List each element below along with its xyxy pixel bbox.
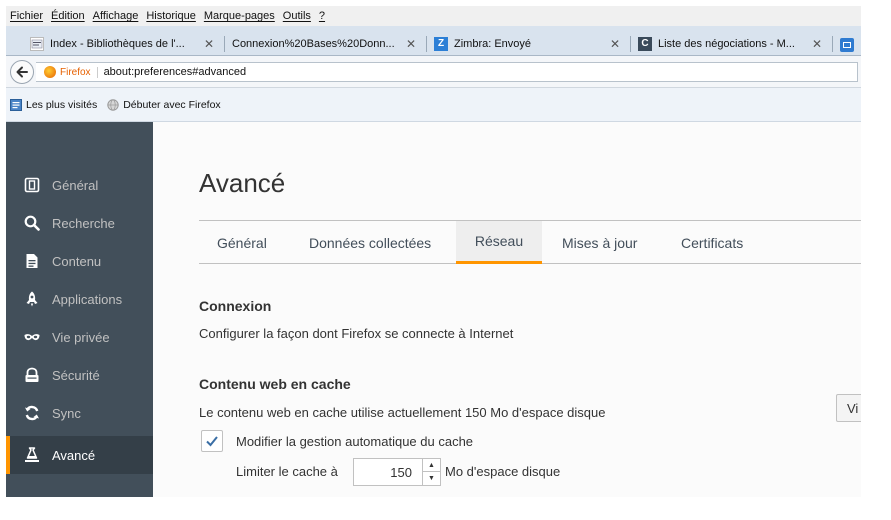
tab-reseau[interactable]: Réseau [456, 221, 542, 264]
sidebar-item-securite[interactable]: Sécurité [6, 356, 153, 394]
browser-window: Fichier Édition Affichage Historique Mar… [6, 6, 861, 497]
browser-tab-index[interactable]: Index - Bibliothèques de l'... ✕ [22, 31, 222, 56]
menu-historique[interactable]: Historique [146, 10, 196, 22]
sidebar-item-vie-privee[interactable]: Vie privée [6, 318, 153, 356]
tab-title: Zimbra: Envoyé [454, 37, 532, 50]
tab-separator [832, 36, 833, 52]
sidebar-item-avance[interactable]: Avancé [6, 436, 153, 474]
tab-strip: Index - Bibliothèques de l'... ✕ Connexi… [6, 26, 861, 56]
sidebar-item-label: Applications [52, 291, 123, 307]
overflow-tab-icon[interactable] [840, 38, 854, 52]
close-icon[interactable]: ✕ [406, 37, 416, 51]
spin-up-icon[interactable]: ▲ [423, 459, 440, 472]
sidebar-item-applications[interactable]: Applications [6, 280, 153, 318]
sidebar-item-label: Sync [52, 405, 81, 421]
cache-limit-label: Limiter le cache à [236, 464, 338, 479]
connection-description: Configurer la façon dont Firefox se conn… [199, 326, 514, 341]
sidebar-item-label: Général [52, 177, 99, 193]
sidebar-item-contenu[interactable]: Contenu [6, 242, 153, 280]
globe-icon [107, 98, 119, 111]
navigation-bar: Firefox about:preferences#advanced [6, 56, 861, 88]
search-icon [24, 215, 40, 231]
preferences-tabs: Général Données collectées Réseau Mises … [199, 220, 861, 264]
sidebar-item-general[interactable]: Général [6, 166, 153, 204]
bookmarks-bar: Les plus visités Débuter avec Firefox [6, 88, 861, 122]
zimbra-icon: Z [434, 36, 448, 51]
url-bar[interactable]: Firefox about:preferences#advanced [36, 62, 858, 82]
bookmark-getting-started[interactable]: Débuter avec Firefox [107, 98, 221, 111]
browser-tab-connexion[interactable]: Connexion%20Bases%20Donn... ✕ [224, 31, 424, 56]
close-icon[interactable]: ✕ [812, 37, 822, 51]
clear-cache-button[interactable]: Vi [836, 394, 861, 422]
cache-limit-value[interactable]: 150 [390, 465, 412, 480]
bookmarks-icon [10, 98, 22, 111]
content-icon [24, 253, 40, 269]
tab-certificats[interactable]: Certificats [681, 221, 743, 264]
sidebar-item-label: Avancé [52, 447, 96, 463]
bookmark-most-visited[interactable]: Les plus visités [10, 98, 98, 111]
tab-mises-a-jour[interactable]: Mises à jour [562, 221, 637, 264]
sidebar-item-recherche[interactable]: Recherche [6, 204, 153, 242]
security-icon [24, 367, 40, 383]
page-icon [30, 36, 44, 51]
identity-label: Firefox [60, 66, 98, 78]
tab-title: Index - Bibliothèques de l'... [50, 37, 185, 50]
checkmark-icon [206, 436, 218, 447]
url-text[interactable]: about:preferences#advanced [104, 66, 247, 78]
menu-aide[interactable]: ? [319, 10, 325, 22]
cache-heading: Contenu web en cache [199, 376, 351, 392]
sidebar-item-label: Recherche [52, 215, 115, 231]
preferences-sidebar: Général Recherche Contenu Applications V… [6, 122, 153, 497]
menu-edition[interactable]: Édition [51, 10, 85, 22]
spin-down-icon[interactable]: ▼ [423, 472, 440, 485]
back-arrow-icon [16, 66, 28, 78]
connection-heading: Connexion [199, 298, 272, 314]
back-button[interactable] [10, 60, 34, 84]
privacy-mask-icon [24, 329, 40, 345]
c-icon: C [638, 36, 652, 51]
spinbox-arrows: ▲ ▼ [422, 459, 440, 485]
menu-affichage[interactable]: Affichage [93, 10, 139, 22]
close-icon[interactable]: ✕ [204, 37, 214, 51]
menu-marque-pages[interactable]: Marque-pages [204, 10, 275, 22]
browser-tab-negociations[interactable]: C Liste des négociations - M... ✕ [630, 31, 830, 56]
cache-limit-spinbox[interactable]: 150 ▲ ▼ [353, 458, 441, 486]
bookmark-label: Débuter avec Firefox [123, 98, 221, 111]
override-cache-label[interactable]: Modifier la gestion automatique du cache [236, 434, 473, 449]
tab-title: Connexion%20Bases%20Donn... [232, 37, 395, 50]
bookmark-label: Les plus visités [26, 98, 98, 111]
cache-limit-unit: Mo d'espace disque [445, 464, 561, 479]
page-title: Avancé [199, 168, 286, 198]
cache-description: Le contenu web en cache utilise actuelle… [199, 405, 606, 420]
menu-outils[interactable]: Outils [283, 10, 311, 22]
tab-title: Liste des négociations - M... [658, 37, 795, 50]
menu-fichier[interactable]: Fichier [10, 10, 43, 22]
menu-bar: Fichier Édition Affichage Historique Mar… [6, 6, 861, 26]
general-icon [24, 177, 40, 193]
preferences-page: Général Recherche Contenu Applications V… [6, 122, 861, 497]
advanced-icon [24, 447, 40, 463]
sidebar-item-sync[interactable]: Sync [6, 394, 153, 432]
sidebar-item-label: Vie privée [52, 329, 110, 345]
sync-icon [24, 405, 40, 421]
sidebar-item-label: Contenu [52, 253, 102, 269]
override-cache-checkbox[interactable] [201, 430, 223, 452]
applications-icon [24, 291, 40, 307]
tab-general[interactable]: Général [217, 221, 267, 264]
tab-donnees-collectees[interactable]: Données collectées [309, 221, 431, 264]
close-icon[interactable]: ✕ [610, 37, 620, 51]
firefox-icon [44, 66, 56, 78]
browser-tab-zimbra[interactable]: Z Zimbra: Envoyé ✕ [426, 31, 628, 56]
preferences-main: Avancé Général Données collectées Réseau… [153, 122, 861, 497]
sidebar-item-label: Sécurité [52, 367, 100, 383]
